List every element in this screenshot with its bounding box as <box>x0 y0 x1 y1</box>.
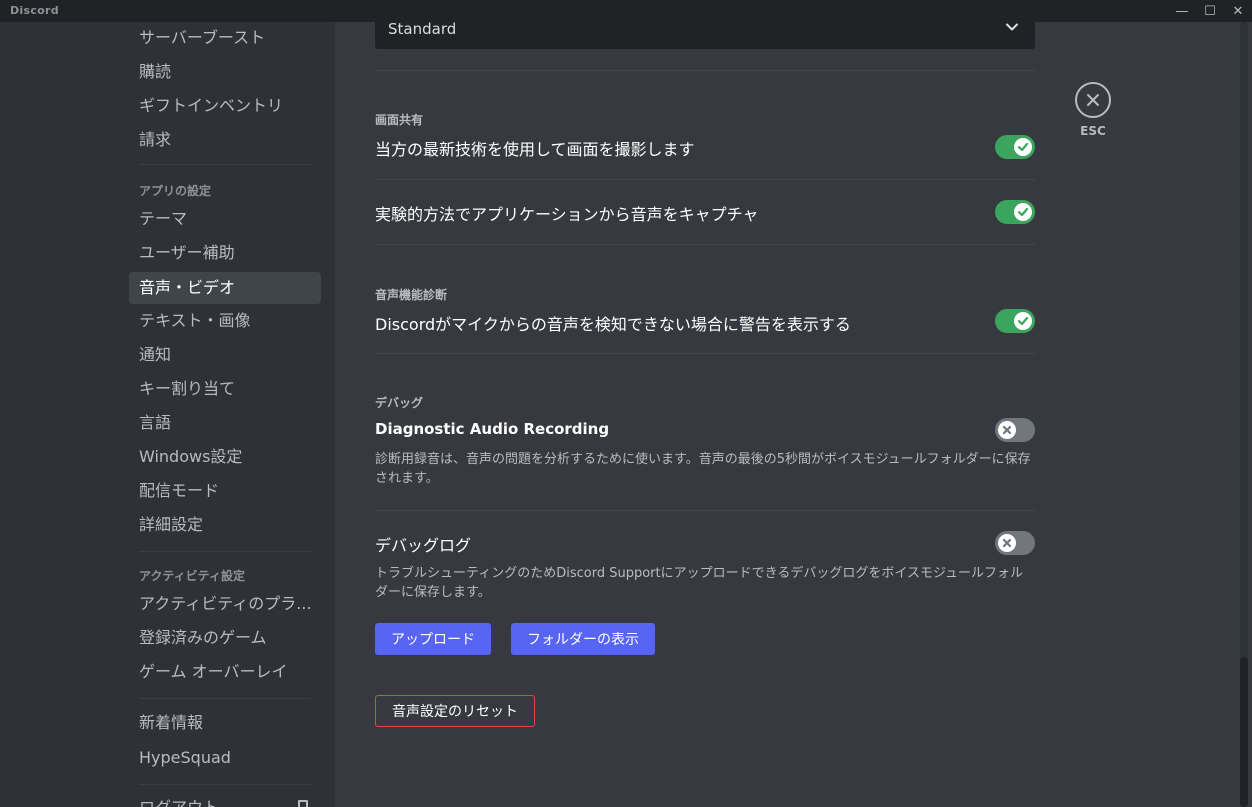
diagnostic-recording-toggle[interactable] <box>995 418 1035 442</box>
app-audio-capture-toggle[interactable] <box>995 200 1035 224</box>
x-icon <box>1002 538 1012 548</box>
settings-sidebar: サーバーブースト 購読 ギフトインベントリ 請求 アプリの設定 テーマ ユーザー… <box>0 22 335 807</box>
sidebar-item-gift-inventory[interactable]: ギフトインベントリ <box>129 90 321 122</box>
debug-log-desc: トラブルシューティングのためDiscord Supportにアップロードできるデ… <box>375 566 1024 600</box>
chevron-down-icon <box>1006 23 1018 31</box>
section-divider <box>375 244 1035 245</box>
sidebar-item-accessibility[interactable]: ユーザー補助 <box>129 237 321 269</box>
close-window-button[interactable]: ✕ <box>1224 0 1252 22</box>
sidebar-item-advanced[interactable]: 詳細設定 <box>129 509 321 541</box>
toggle-knob <box>998 421 1016 439</box>
app-settings-header: アプリの設定 <box>139 184 212 198</box>
sidebar-divider <box>139 551 311 552</box>
activity-settings-header: アクティビティ設定 <box>139 569 245 583</box>
sidebar-item-windows-settings[interactable]: Windows設定 <box>129 441 321 473</box>
screen-capture-toggle[interactable] <box>995 135 1035 159</box>
esc-close[interactable]: ESC <box>1075 82 1111 138</box>
minimize-button[interactable]: — <box>1168 0 1196 22</box>
dropdown-value: Standard <box>388 20 457 38</box>
upload-button[interactable]: アップロード <box>375 623 491 655</box>
voice-diagnostics-title: 音声機能診断 <box>375 288 448 302</box>
logout-icon <box>298 800 308 807</box>
sidebar-item-registered-games[interactable]: 登録済みのゲーム <box>129 622 321 654</box>
app-title: Discord <box>10 4 59 17</box>
esc-label: ESC <box>1080 124 1106 138</box>
app-audio-capture-label: 実験的方法でアプリケーションから音声をキャプチャ <box>375 205 759 224</box>
sidebar-item-billing[interactable]: 請求 <box>129 124 321 156</box>
sidebar-divider <box>139 784 311 785</box>
check-icon <box>1017 316 1029 326</box>
sidebar-item-notifications[interactable]: 通知 <box>129 339 321 371</box>
toggle-knob <box>1014 138 1032 156</box>
mic-warning-toggle[interactable] <box>995 309 1035 333</box>
screen-capture-label: 当方の最新技術を使用して画面を撮影します <box>375 140 695 159</box>
setting-divider <box>375 510 1035 511</box>
section-divider <box>375 353 1035 354</box>
sidebar-item-streamer-mode[interactable]: 配信モード <box>129 475 321 507</box>
check-icon <box>1017 207 1029 217</box>
sidebar-item-language[interactable]: 言語 <box>129 407 321 439</box>
show-folder-button[interactable]: フォルダーの表示 <box>511 623 655 655</box>
debug-title: デバッグ <box>375 396 424 410</box>
sidebar-divider <box>139 164 311 165</box>
sidebar-item-hypesquad[interactable]: HypeSquad <box>129 742 321 774</box>
toggle-knob <box>998 534 1016 552</box>
sidebar-item-subscriptions[interactable]: 購読 <box>129 56 321 88</box>
sidebar-item-activity-privacy[interactable]: アクティビティのプラ... <box>129 588 321 620</box>
mic-warning-label: Discordがマイクからの音声を検知できない場合に警告を表示する <box>375 315 851 334</box>
sidebar-item-game-overlay[interactable]: ゲーム オーバーレイ <box>129 656 321 688</box>
scrollbar-thumb[interactable] <box>1240 657 1248 807</box>
maximize-button[interactable]: ☐ <box>1196 0 1224 22</box>
sidebar-divider <box>139 698 311 699</box>
settings-content: Standard 画面共有 当方の最新技術を使用して画面を撮影します 実験的方法… <box>335 0 1252 807</box>
sidebar-item-voice-video[interactable]: 音声・ビデオ <box>129 272 321 304</box>
check-icon <box>1017 142 1029 152</box>
close-icon[interactable] <box>1075 82 1111 118</box>
toggle-knob <box>1014 312 1032 330</box>
debug-log-toggle[interactable] <box>995 531 1035 555</box>
diagnostic-recording-label: Diagnostic Audio Recording <box>375 420 610 438</box>
quality-dropdown[interactable]: Standard <box>375 0 1035 49</box>
reset-voice-settings-button[interactable]: 音声設定のリセット <box>375 695 535 727</box>
sidebar-item-server-boost[interactable]: サーバーブースト <box>129 22 321 54</box>
screen-share-title: 画面共有 <box>375 113 424 127</box>
sidebar-item-theme[interactable]: テーマ <box>129 203 321 235</box>
sidebar-item-keybinds[interactable]: キー割り当て <box>129 373 321 405</box>
section-divider <box>375 70 1035 71</box>
x-icon <box>1002 425 1012 435</box>
debug-log-label: デバッグログ <box>375 536 472 555</box>
diagnostic-recording-desc: 診断用録音は、音声の問題を分析するために使います。音声の最後の5秒間がボイスモジ… <box>375 452 1031 486</box>
toggle-knob <box>1014 203 1032 221</box>
sidebar-item-logout[interactable]: ログアウト <box>129 792 321 807</box>
sidebar-item-text-images[interactable]: テキスト・画像 <box>129 305 321 337</box>
setting-divider <box>375 179 1035 180</box>
sidebar-item-whats-new[interactable]: 新着情報 <box>129 707 321 739</box>
